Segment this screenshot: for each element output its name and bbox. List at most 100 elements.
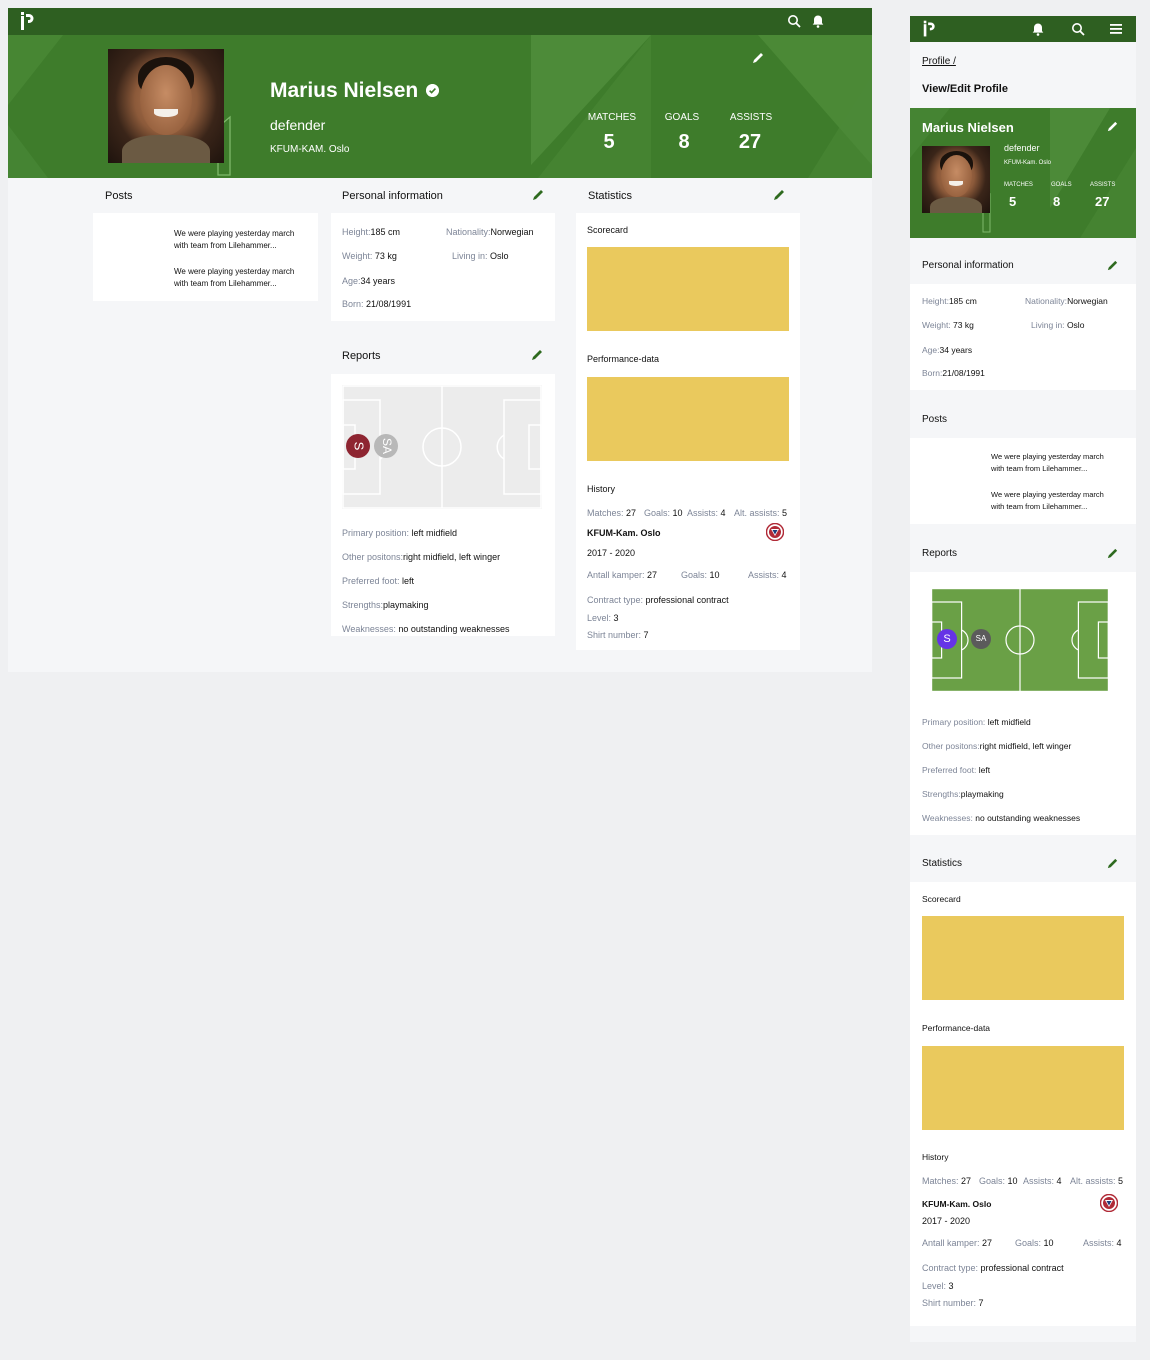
app-logo[interactable]: [922, 20, 936, 38]
post-item[interactable]: We were playing yesterday march with tea…: [174, 266, 294, 290]
edit-reports-pencil-icon[interactable]: [1106, 547, 1119, 560]
height-field: Height:185 cm: [922, 296, 977, 306]
nationality-field: Nationality:Norwegian: [1025, 296, 1108, 306]
post-line: We were playing yesterday march: [174, 229, 295, 238]
scorecard-label: Scorecard: [587, 225, 629, 235]
living-field: Living in: Oslo: [1031, 320, 1085, 330]
history-assists: Assists: 4: [687, 508, 726, 518]
mobile-top-nav-bar: [910, 16, 1136, 42]
personal-info-card: Height:185 cm Nationality:Norwegian Weig…: [331, 213, 555, 321]
player-role: defender: [270, 117, 326, 133]
post-line: with team from Lilehammer...: [174, 241, 277, 250]
reports-title: Reports: [922, 548, 958, 559]
desktop-view: Marius Nielsen defender KFUM-KAM. Oslo M…: [8, 8, 872, 672]
history-assists: Assists: 4: [1023, 1176, 1062, 1186]
history-club-name[interactable]: KFUM-Kam. Oslo: [587, 528, 661, 538]
statistics-card: Scorecard Performance-data History Match…: [576, 213, 800, 650]
player-role: defender: [1004, 143, 1040, 153]
post-item[interactable]: We were playing yesterday march with tea…: [991, 489, 1104, 513]
weight-field: Weight: 73 kg: [922, 320, 974, 330]
height-field: Height:185 cm: [342, 227, 401, 237]
edit-profile-pencil-icon[interactable]: [1106, 120, 1119, 133]
history-alt-assists: Alt. assists: 5: [1070, 1176, 1124, 1186]
goals-value: 8: [678, 131, 690, 153]
age-field: Age:34 years: [922, 345, 973, 355]
edit-statistics-pencil-icon[interactable]: [772, 188, 786, 202]
history-matches: Matches: 27: [922, 1176, 972, 1186]
club-goals: Goals: 10: [681, 570, 720, 580]
assists-label: ASSISTS: [1090, 182, 1116, 188]
preferred-foot-field: Preferred foot: left: [922, 765, 991, 775]
weaknesses-field: Weaknesses: no outstanding weaknesses: [342, 624, 510, 634]
posts-title: Posts: [922, 414, 948, 425]
living-field: Living in: Oslo: [452, 251, 509, 261]
edit-reports-pencil-icon[interactable]: [530, 348, 544, 362]
edit-profile-pencil-icon[interactable]: [751, 51, 765, 65]
goals-label: GOALS: [1051, 182, 1072, 188]
post-line: with team from Lilehammer...: [174, 279, 277, 288]
personal-info-title: Personal information: [342, 190, 443, 202]
bell-icon[interactable]: [1031, 22, 1045, 36]
goals-label: GOALS: [664, 112, 700, 123]
top-nav-bar: [8, 8, 872, 35]
post-line: with team from Lilehammer...: [991, 464, 1088, 473]
strengths-field: Strengths:playmaking: [342, 600, 429, 610]
born-field: Born:21/08/1991: [922, 368, 985, 378]
player-photo: [922, 146, 990, 213]
post-item[interactable]: We were playing yesterday march with tea…: [174, 228, 294, 252]
player-name: Marius Nielsen: [922, 120, 1014, 135]
edit-statistics-pencil-icon[interactable]: [1106, 857, 1119, 870]
strengths-field: Strengths:playmaking: [922, 789, 1004, 799]
club-crest-icon: [766, 523, 784, 541]
shirt-number: Shirt number: 7: [587, 630, 649, 640]
search-icon[interactable]: [1071, 22, 1085, 36]
matches-value: 5: [603, 131, 615, 153]
preferred-foot-field: Preferred foot: left: [342, 576, 415, 586]
history-goals: Goals: 10: [644, 508, 683, 518]
shirt-number: Shirt number: 7: [922, 1298, 984, 1308]
pitch-diagram: S SA: [342, 385, 542, 509]
history-label: History: [587, 484, 616, 494]
post-line: with team from Lilehammer...: [991, 502, 1088, 511]
pitch-diagram: S SA: [931, 588, 1109, 692]
matches-label: MATCHES: [587, 112, 637, 123]
posts-title: Posts: [105, 190, 133, 202]
performance-label: Performance-data: [922, 1023, 991, 1033]
statistics-title: Statistics: [922, 858, 963, 869]
post-item[interactable]: We were playing yesterday march with tea…: [991, 451, 1104, 475]
app-logo[interactable]: [19, 12, 35, 31]
profile-header: Marius Nielsen defender KFUM-KAM. Oslo M…: [8, 35, 872, 178]
menu-icon[interactable]: [1110, 23, 1122, 35]
assists-value: 27: [1095, 194, 1110, 209]
edit-personal-pencil-icon[interactable]: [531, 188, 545, 202]
history-period: 2017 - 2020: [587, 548, 636, 558]
bell-icon[interactable]: [811, 14, 825, 28]
post-line: We were playing yesterday march: [991, 490, 1104, 499]
age-field: Age:34 years: [342, 276, 396, 286]
club-matches: Antall kamper: 27: [587, 570, 658, 580]
primary-position-field: Primary position: left midfield: [342, 528, 458, 538]
personal-info-card: Height:185 cm Nationality:Norwegian Weig…: [910, 284, 1136, 390]
breadcrumb-profile[interactable]: Profile /: [922, 56, 956, 67]
verified-badge-icon: [426, 84, 439, 97]
reports-card: S SA Primary position: left midfield Oth…: [910, 572, 1136, 835]
club-crest-icon: [1100, 1194, 1118, 1212]
player-name: Marius Nielsen: [270, 79, 419, 102]
history-alt-assists: Alt. assists: 5: [734, 508, 788, 518]
assists-label: ASSISTS: [729, 112, 773, 123]
scorecard-label: Scorecard: [922, 894, 961, 904]
marker-s-label: S: [943, 633, 950, 645]
marker-sa-label: SA: [380, 438, 394, 454]
history-goals: Goals: 10: [979, 1176, 1018, 1186]
history-club-name[interactable]: KFUM-Kam. Oslo: [922, 1199, 991, 1209]
history-period: 2017 - 2020: [922, 1216, 971, 1226]
assists-value: 27: [738, 131, 762, 153]
edit-personal-pencil-icon[interactable]: [1106, 259, 1119, 272]
nationality-field: Nationality:Norwegian: [446, 227, 534, 237]
search-icon[interactable]: [787, 14, 801, 28]
weaknesses-field: Weaknesses: no outstanding weaknesses: [922, 813, 1081, 823]
post-line: We were playing yesterday march: [991, 452, 1104, 461]
statistics-card: Scorecard Performance-data History Match…: [910, 882, 1136, 1326]
reports-title: Reports: [342, 350, 381, 362]
player-photo: [108, 49, 224, 163]
